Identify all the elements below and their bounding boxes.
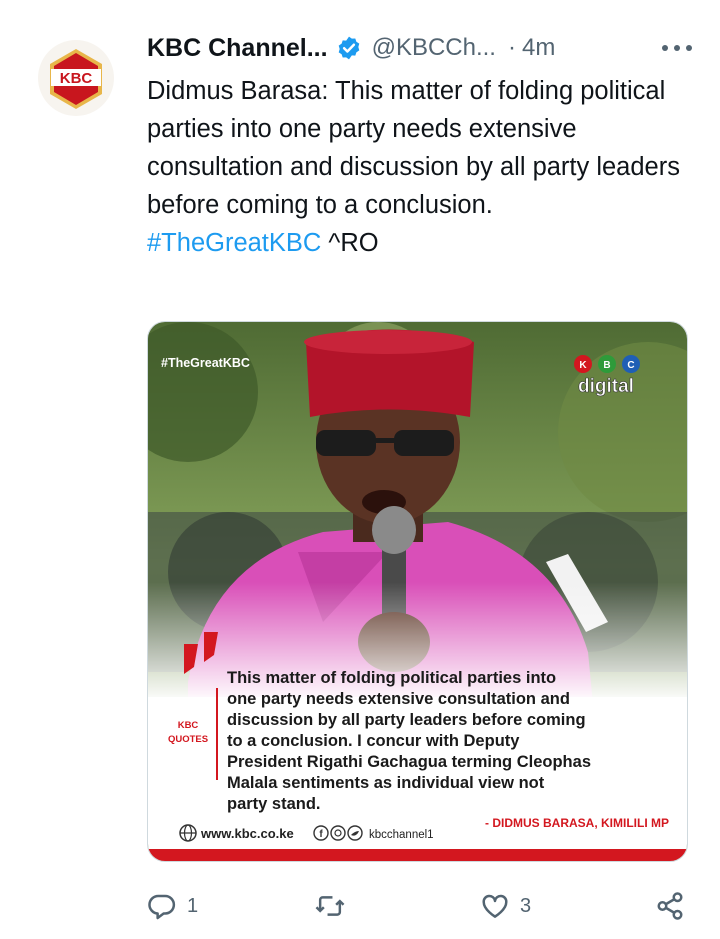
image-hashtag: #TheGreatKBC bbox=[161, 356, 250, 370]
reply-button[interactable]: 1 bbox=[147, 886, 198, 926]
website-text: www.kbc.co.ke bbox=[200, 826, 294, 841]
tweet-header: KBC Channel... @KBCCh... · 4m bbox=[147, 30, 692, 66]
more-options-icon[interactable] bbox=[662, 34, 692, 62]
logo-word: digital bbox=[578, 376, 634, 397]
verified-badge-icon[interactable] bbox=[336, 35, 362, 61]
retweet-button[interactable] bbox=[314, 886, 356, 926]
reply-icon bbox=[148, 894, 176, 920]
kbc-digital-logo: K B C digital bbox=[574, 355, 640, 397]
quote-divider bbox=[216, 688, 218, 780]
like-count: 3 bbox=[520, 894, 532, 917]
quote-attribution: - DIDMUS BARASA, KIMILILI MP bbox=[485, 816, 669, 830]
logo-letter-c: C bbox=[627, 360, 634, 371]
quote-line: President Rigathi Gachagua terming Cleop… bbox=[227, 753, 591, 771]
separator-dot: · bbox=[507, 34, 516, 61]
action-bar: 1 3 bbox=[147, 886, 692, 926]
quote-card: #TheGreatKBC K B C digital KBC QUOTES Th… bbox=[148, 322, 687, 861]
display-name[interactable]: KBC Channel... bbox=[147, 34, 328, 63]
tweet-body: Didmus Barasa: This matter of folding po… bbox=[147, 77, 680, 219]
like-icon bbox=[482, 894, 508, 918]
tweet-text: Didmus Barasa: This matter of folding po… bbox=[147, 72, 692, 262]
social-handle: kbcchannel1 bbox=[369, 829, 434, 841]
bottom-bar bbox=[148, 849, 687, 861]
like-button[interactable]: 3 bbox=[480, 886, 531, 926]
share-icon bbox=[657, 892, 683, 920]
handle[interactable]: @KBCCh... bbox=[372, 34, 496, 62]
quote-line: Malala sentiments as individual view not bbox=[227, 774, 545, 792]
quote-line: one party needs extensive consultation a… bbox=[227, 690, 570, 708]
tweet-suffix: ^RO bbox=[321, 229, 379, 257]
logo-letter-b: B bbox=[603, 360, 610, 371]
kbc-quotes-label-1: KBC bbox=[178, 720, 199, 731]
hashtag-link[interactable]: #TheGreatKBC bbox=[147, 229, 321, 257]
quote-line: to a conclusion. I concur with Deputy bbox=[227, 732, 520, 750]
avatar-logo-text: KBC bbox=[60, 70, 93, 87]
quote-line: discussion by all party leaders before c… bbox=[227, 711, 586, 729]
quote-line: party stand. bbox=[227, 795, 321, 813]
timestamp[interactable]: 4m bbox=[522, 34, 555, 62]
kbc-quotes-label-2: QUOTES bbox=[168, 734, 208, 745]
share-button[interactable] bbox=[655, 886, 685, 926]
retweet-icon bbox=[315, 896, 345, 916]
avatar[interactable]: KBC bbox=[38, 40, 114, 116]
quote-line: This matter of folding political parties… bbox=[227, 669, 556, 687]
reply-count: 1 bbox=[187, 894, 199, 917]
logo-letter-k: K bbox=[579, 360, 587, 371]
tweet-image[interactable]: #TheGreatKBC K B C digital KBC QUOTES Th… bbox=[147, 321, 688, 862]
